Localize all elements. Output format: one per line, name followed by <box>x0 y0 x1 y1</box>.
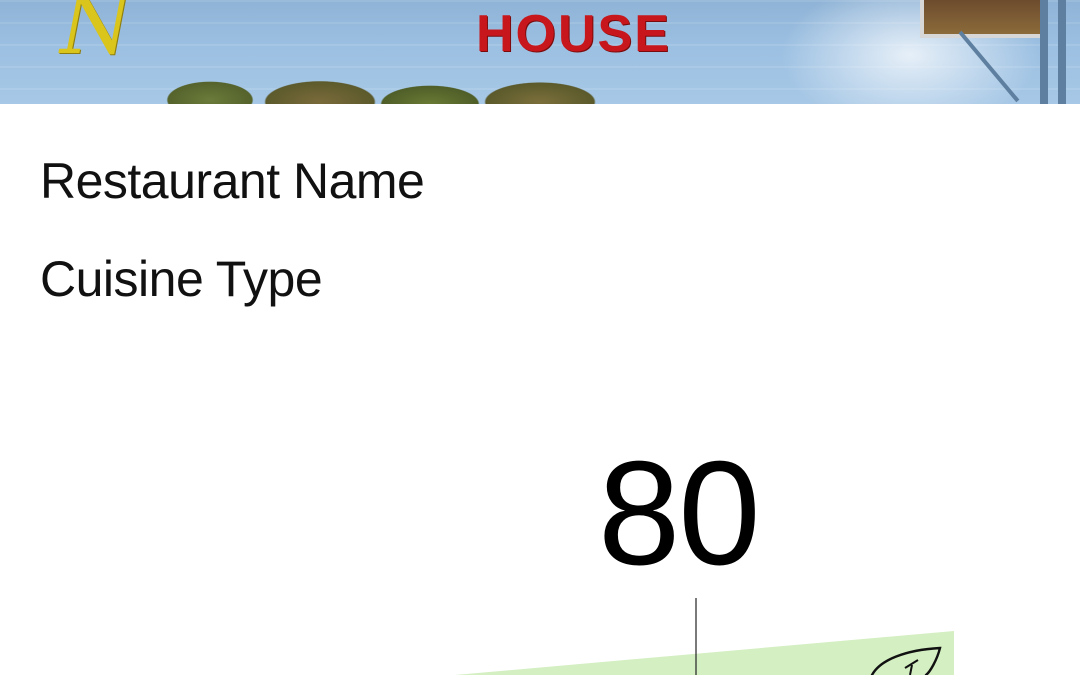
health-score-value: 80 <box>598 431 761 596</box>
restaurant-name: Restaurant Name <box>40 153 425 209</box>
storefront-railing <box>1040 0 1048 104</box>
score-gauge-wedge <box>455 631 954 675</box>
restaurant-detail-screen: N HOUSE Restaurant Name Cuisine Type 80 <box>0 0 1080 675</box>
storefront-sign: HOUSE <box>476 5 671 63</box>
leaf-icon <box>870 646 942 675</box>
restaurant-header-photo: N HOUSE <box>0 0 1080 104</box>
storefront-shrubs <box>150 60 630 104</box>
storefront-railing-post <box>1058 0 1066 104</box>
cuisine-type: Cuisine Type <box>40 251 323 307</box>
storefront-logo: N <box>60 0 138 73</box>
storefront-window <box>920 0 1048 38</box>
